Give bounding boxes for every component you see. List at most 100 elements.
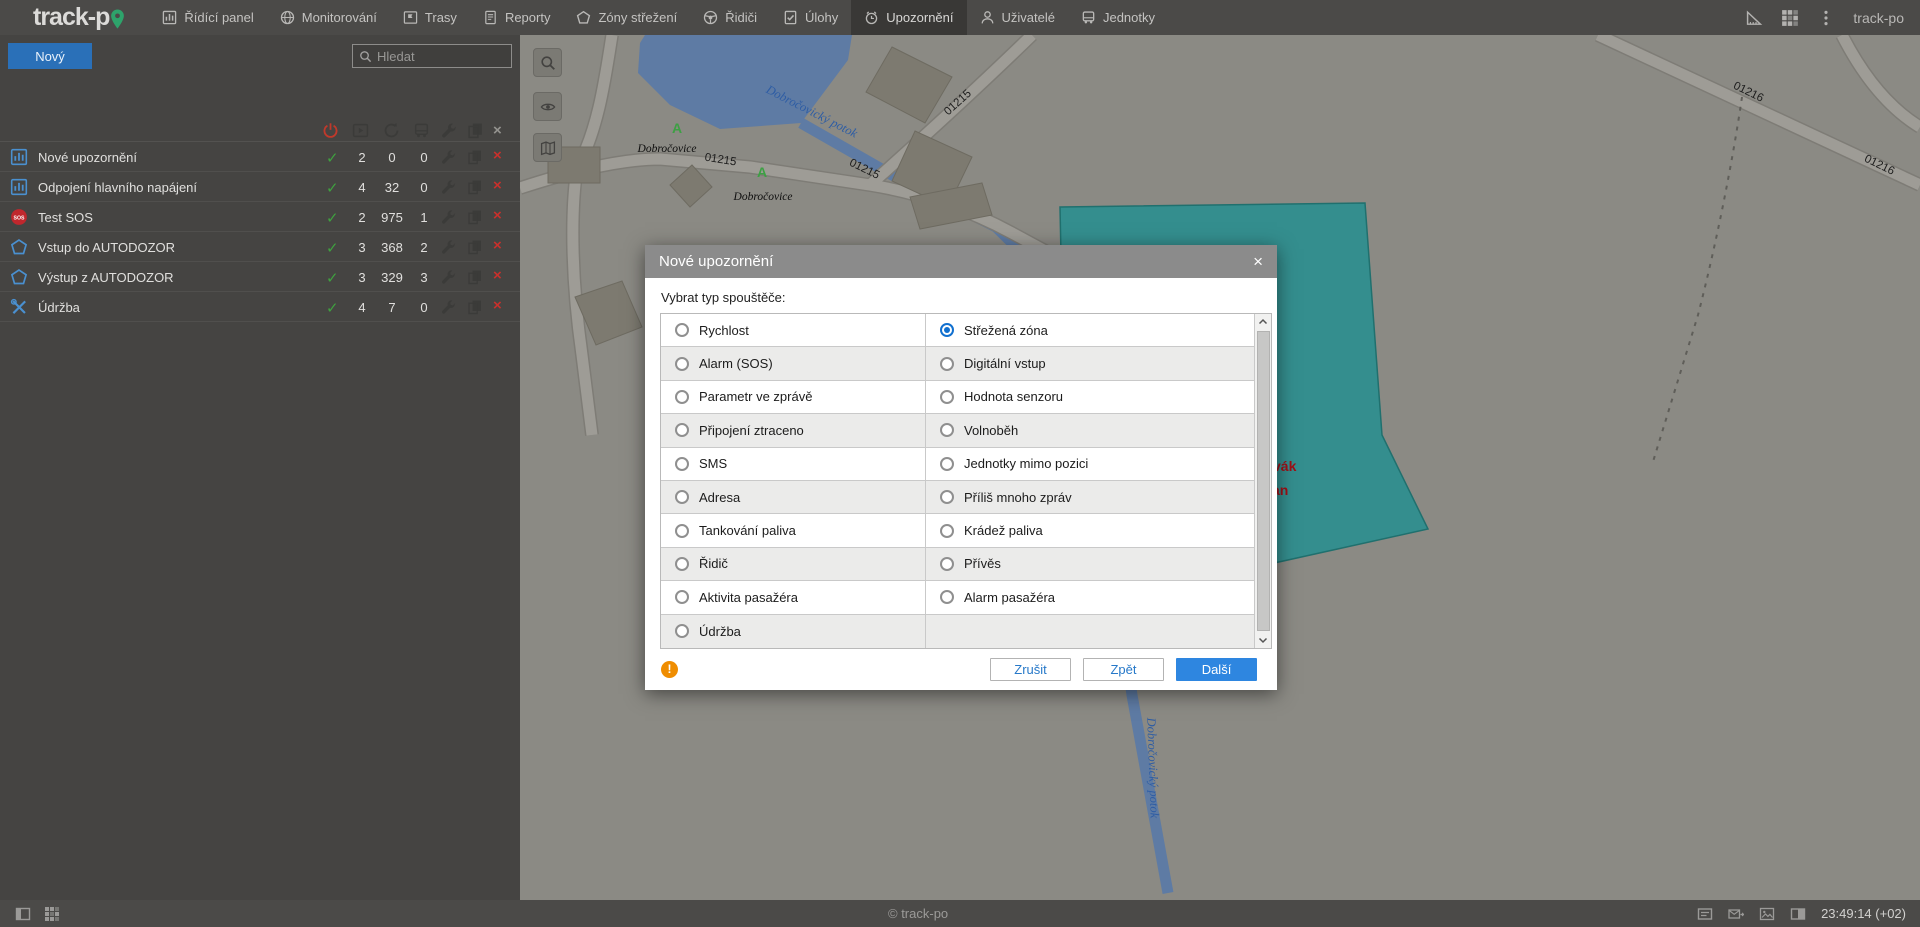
radio-unchecked[interactable] xyxy=(675,357,689,371)
copy-icon[interactable] xyxy=(467,299,483,315)
option-prilis-mnoho-zprav[interactable]: Příliš mnoho zpráv xyxy=(926,481,1254,513)
list-item[interactable]: Test SOS ✓ 2 975 1 × xyxy=(0,202,520,232)
edit-wrench-icon[interactable] xyxy=(441,299,457,315)
dialog-titlebar[interactable]: Nové upozornění × xyxy=(645,245,1277,278)
option-parametr[interactable]: Parametr ve zprávě xyxy=(661,381,926,413)
new-alert-button[interactable]: Nový xyxy=(8,43,92,69)
radio-unchecked[interactable] xyxy=(675,524,689,538)
option-rychlost[interactable]: Rychlost xyxy=(661,314,926,346)
radio-unchecked[interactable] xyxy=(940,457,954,471)
option-kradez-paliva[interactable]: Krádež paliva xyxy=(926,514,1254,546)
edit-wrench-icon[interactable] xyxy=(441,179,457,195)
map-search-button[interactable] xyxy=(533,48,562,77)
scrollbar-thumb[interactable] xyxy=(1257,331,1270,631)
option-aktivita-pasazera[interactable]: Aktivita pasažéra xyxy=(661,581,926,613)
radio-unchecked[interactable] xyxy=(675,323,689,337)
radio-unchecked[interactable] xyxy=(940,557,954,571)
radio-unchecked[interactable] xyxy=(940,524,954,538)
radio-unchecked[interactable] xyxy=(675,390,689,404)
option-jednotky-mimo-pozici[interactable]: Jednotky mimo pozici xyxy=(926,448,1254,480)
radio-unchecked[interactable] xyxy=(940,423,954,437)
vehicle-column-icon[interactable] xyxy=(413,122,430,139)
menu-item-monitoring[interactable]: Monitorování xyxy=(267,0,390,35)
search-input[interactable] xyxy=(377,49,505,64)
mail-forward-icon[interactable] xyxy=(1728,906,1744,922)
ruler-triangle-icon[interactable] xyxy=(1745,9,1763,27)
menu-item-users[interactable]: Uživatelé xyxy=(967,0,1068,35)
option-alarm-sos[interactable]: Alarm (SOS) xyxy=(661,347,926,379)
apps-grid-icon[interactable] xyxy=(1781,9,1799,27)
close-column-icon[interactable]: × xyxy=(493,122,502,139)
radio-unchecked[interactable] xyxy=(675,557,689,571)
menu-item-units[interactable]: Jednotky xyxy=(1068,0,1168,35)
option-sms[interactable]: SMS xyxy=(661,448,926,480)
app-logo[interactable]: track-p xyxy=(33,5,125,30)
menu-item-tasks[interactable]: Úlohy xyxy=(770,0,851,35)
option-ridic[interactable]: Řidič xyxy=(661,548,926,580)
copy-column-icon[interactable] xyxy=(467,122,484,139)
kebab-menu-icon[interactable] xyxy=(1817,9,1835,27)
option-adresa[interactable]: Adresa xyxy=(661,481,926,513)
back-button[interactable]: Zpět xyxy=(1083,658,1164,681)
option-pripojeni-ztraceno[interactable]: Připojení ztraceno xyxy=(661,414,926,446)
dialog-close-icon[interactable]: × xyxy=(1253,253,1263,270)
menu-item-routes[interactable]: Trasy xyxy=(390,0,470,35)
refresh-icon[interactable] xyxy=(383,122,400,139)
radio-unchecked[interactable] xyxy=(940,390,954,404)
menu-item-reports[interactable]: Reporty xyxy=(470,0,564,35)
option-strezena-zona[interactable]: Střežená zóna xyxy=(926,314,1254,346)
menu-item-notifications[interactable]: Upozornění xyxy=(851,0,966,35)
radio-unchecked[interactable] xyxy=(940,590,954,604)
menu-item-dashboard[interactable]: Řídící panel xyxy=(149,0,266,35)
radio-unchecked[interactable] xyxy=(675,624,689,638)
scroll-up-icon[interactable] xyxy=(1255,314,1271,330)
option-digitalni-vstup[interactable]: Digitální vstup xyxy=(926,347,1254,379)
power-toggle-icon[interactable] xyxy=(322,122,339,139)
play-window-icon[interactable] xyxy=(352,122,369,139)
delete-icon[interactable]: × xyxy=(493,237,502,254)
list-item[interactable]: Nové upozornění ✓ 2 0 0 × xyxy=(0,142,520,172)
option-tankovani-paliva[interactable]: Tankování paliva xyxy=(661,514,926,546)
copy-icon[interactable] xyxy=(467,179,483,195)
delete-icon[interactable]: × xyxy=(493,147,502,164)
next-button[interactable]: Další xyxy=(1176,658,1257,681)
cancel-button[interactable]: Zrušit xyxy=(990,658,1071,681)
edit-wrench-icon[interactable] xyxy=(441,209,457,225)
split-panel-icon[interactable] xyxy=(1790,906,1806,922)
radio-checked[interactable] xyxy=(940,323,954,337)
option-volnobeh[interactable]: Volnoběh xyxy=(926,414,1254,446)
delete-icon[interactable]: × xyxy=(493,297,502,314)
copy-icon[interactable] xyxy=(467,269,483,285)
delete-icon[interactable]: × xyxy=(493,267,502,284)
option-hodnota-senzoru[interactable]: Hodnota senzoru xyxy=(926,381,1254,413)
list-item[interactable]: Údržba ✓ 4 7 0 × xyxy=(0,292,520,322)
list-item[interactable]: Vstup do AUTODOZOR ✓ 3 368 2 × xyxy=(0,232,520,262)
copy-icon[interactable] xyxy=(467,239,483,255)
list-item[interactable]: Odpojení hlavního napájení ✓ 4 32 0 × xyxy=(0,172,520,202)
radio-unchecked[interactable] xyxy=(675,490,689,504)
image-icon[interactable] xyxy=(1759,906,1775,922)
edit-wrench-icon[interactable] xyxy=(441,149,457,165)
option-udrzba[interactable]: Údržba xyxy=(661,615,926,648)
copy-icon[interactable] xyxy=(467,149,483,165)
dialog-scrollbar[interactable] xyxy=(1254,314,1271,648)
list-item[interactable]: Výstup z AUTODOZOR ✓ 3 329 3 × xyxy=(0,262,520,292)
map-visibility-button[interactable] xyxy=(533,92,562,121)
apps-grid-icon[interactable] xyxy=(44,906,60,922)
edit-wrench-icon[interactable] xyxy=(441,269,457,285)
copy-icon[interactable] xyxy=(467,209,483,225)
edit-wrench-icon[interactable] xyxy=(441,239,457,255)
map-layers-button[interactable] xyxy=(533,133,562,162)
option-alarm-pasazera[interactable]: Alarm pasažéra xyxy=(926,581,1254,613)
menu-item-drivers[interactable]: Řidiči xyxy=(690,0,770,35)
log-lines-icon[interactable] xyxy=(1697,906,1713,922)
side-panel-toggle-icon[interactable] xyxy=(15,906,31,922)
radio-unchecked[interactable] xyxy=(675,423,689,437)
delete-icon[interactable]: × xyxy=(493,207,502,224)
account-label[interactable]: track-po xyxy=(1853,10,1904,26)
menu-item-geofences[interactable]: Zóny střežení xyxy=(563,0,690,35)
wrench-column-icon[interactable] xyxy=(441,122,458,139)
radio-unchecked[interactable] xyxy=(940,357,954,371)
radio-unchecked[interactable] xyxy=(675,457,689,471)
radio-unchecked[interactable] xyxy=(675,590,689,604)
